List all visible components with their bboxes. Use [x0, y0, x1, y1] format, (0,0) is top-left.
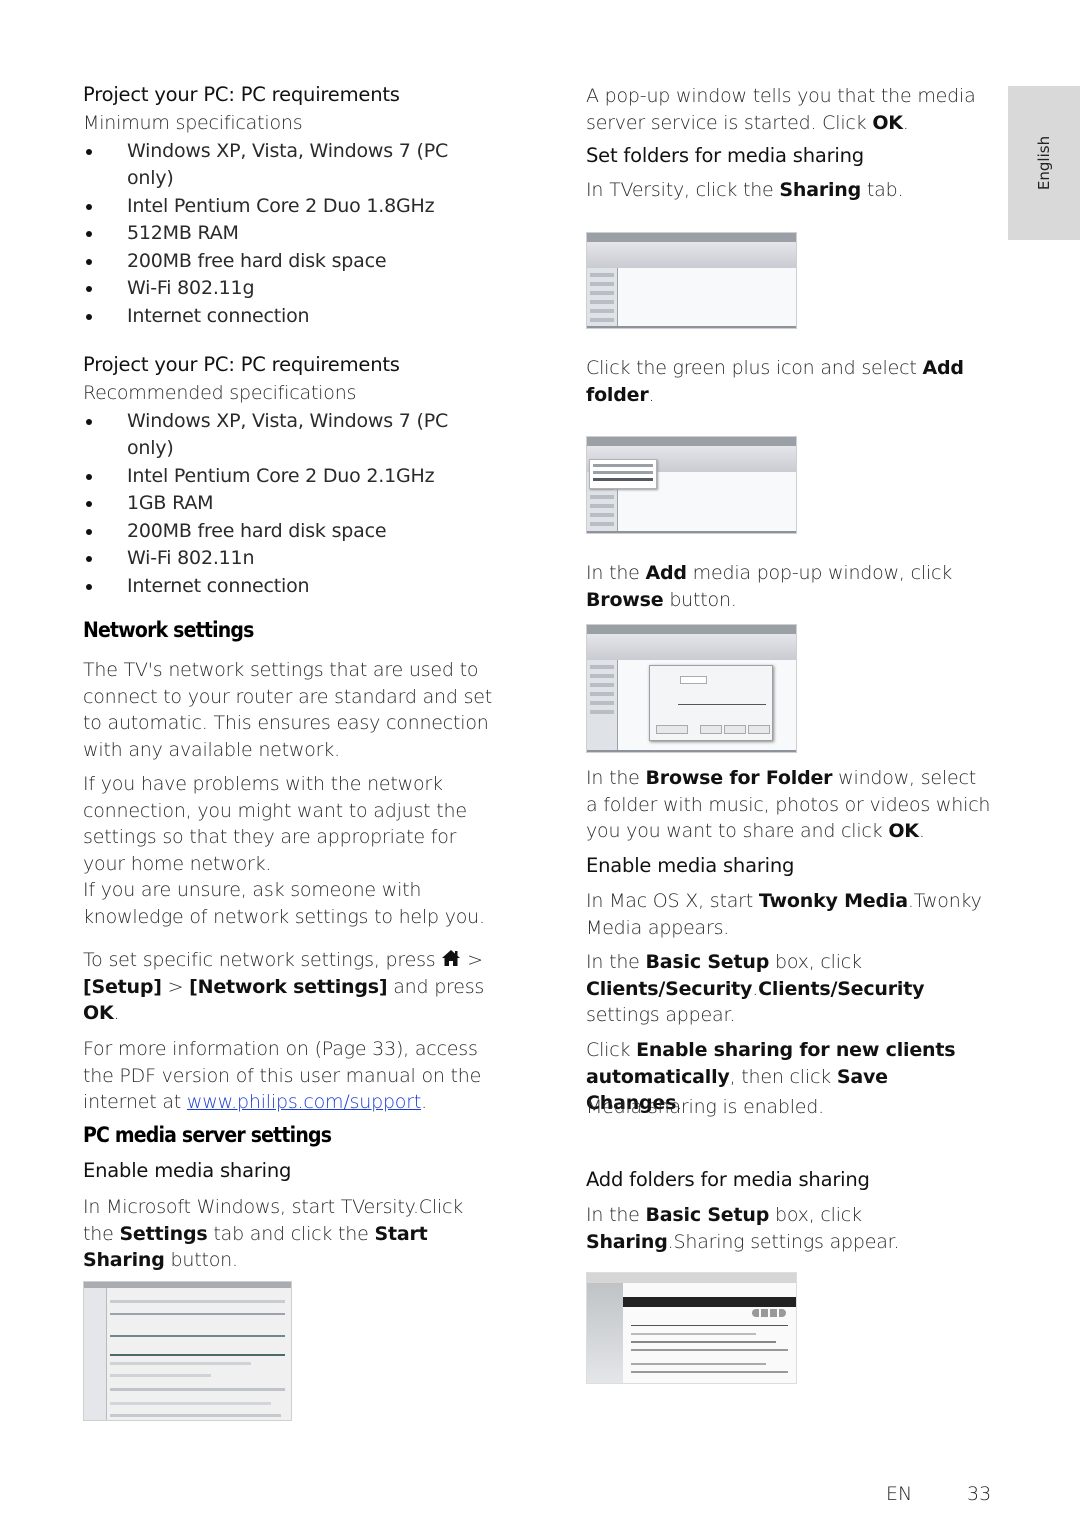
browse-folder-instruction: In the Browse for Folder window, select …	[586, 767, 991, 842]
bullet-icon	[86, 418, 92, 425]
bullet-icon	[86, 556, 92, 562]
network-para-5: For more information on (Page 33), acces…	[83, 1038, 482, 1113]
pc-media-server-heading: PC media server settings	[83, 1123, 332, 1147]
min-req-subtitle: Minimum specifications	[83, 112, 303, 134]
philips-support-link[interactable]: www.philips.com/support	[187, 1091, 421, 1113]
network-para-2: If you have problems with the network co…	[83, 773, 467, 875]
network-para-4: To set specific network settings, press …	[83, 949, 485, 1024]
network-settings-menu-path: [Network settings]	[189, 975, 388, 998]
page-number: 33	[967, 1483, 992, 1505]
bullet-icon	[86, 148, 92, 155]
add-media-dialog	[649, 665, 773, 741]
setup-menu-path: [Setup]	[83, 975, 162, 998]
min-requirements-block: Project your PC: PC requirements Minimum…	[83, 82, 503, 330]
language-tab: English	[1008, 86, 1080, 240]
bullet-icon	[86, 501, 92, 507]
min-req-title: Project your PC: PC requirements	[83, 83, 400, 106]
list-item: Internet connection	[83, 303, 483, 331]
network-settings-heading: Network settings	[83, 618, 254, 642]
tversity-add-media-popup-screenshot	[586, 624, 797, 753]
media-sharing-enabled-text: Media sharing is enabled.	[586, 1096, 824, 1118]
language-tab-label: English	[1035, 135, 1053, 191]
bullet-icon	[86, 473, 92, 480]
bullet-icon	[86, 258, 92, 265]
network-para-3: If you are unsure, ask someone with know…	[83, 879, 485, 928]
min-req-list: Windows XP, Vista, Windows 7 (PC only) I…	[83, 138, 483, 331]
bullet-icon	[86, 286, 92, 292]
basic-setup-sharing-instruction: In the Basic Setup box, click Sharing.Sh…	[586, 1204, 900, 1253]
tversity-instructions: In Microsoft Windows, start TVersity.Cli…	[83, 1196, 464, 1271]
list-item: 1GB RAM	[83, 490, 483, 518]
list-item: 512MB RAM	[83, 220, 483, 248]
rec-req-subtitle: Recommended specifications	[83, 382, 357, 404]
list-item: Windows XP, Vista, Windows 7 (PC only)	[83, 408, 483, 463]
twonky-sharing-screenshot	[586, 1272, 797, 1384]
bullet-icon	[86, 203, 92, 210]
footer-language: EN	[886, 1483, 913, 1505]
list-item: Wi-Fi 802.11n	[83, 545, 483, 573]
add-media-instruction: In the Add media pop-up window, click Br…	[586, 562, 953, 611]
bullet-icon	[86, 528, 92, 535]
enable-media-sharing-subheading: Enable media sharing	[83, 1159, 292, 1182]
list-item: Wi-Fi 802.11g	[83, 275, 483, 303]
mac-twonky-instruction: In Mac OS X, start Twonky Media.Twonky M…	[586, 890, 982, 939]
bullet-icon	[86, 583, 92, 590]
list-item: Internet connection	[83, 573, 483, 601]
home-icon	[442, 950, 461, 966]
tversity-sharing-tab-screenshot	[586, 232, 797, 329]
rec-req-list: Windows XP, Vista, Windows 7 (PC only) I…	[83, 408, 483, 601]
bullet-icon	[86, 313, 92, 320]
add-folder-menu	[589, 459, 657, 489]
basic-setup-clients-instruction: In the Basic Setup box, click Clients/Se…	[586, 951, 925, 1026]
tversity-settings-screenshot	[83, 1281, 292, 1421]
sharing-tab-instruction: In TVersity, click the Sharing tab.	[586, 179, 904, 201]
popup-instruction: A pop-up window tells you that the media…	[586, 85, 976, 134]
tversity-add-folder-screenshot	[586, 436, 797, 534]
bullet-icon	[86, 231, 92, 237]
list-item: Intel Pentium Core 2 Duo 1.8GHz	[83, 193, 483, 221]
enable-media-sharing-heading: Enable media sharing	[586, 854, 795, 877]
list-item: 200MB free hard disk space	[83, 518, 483, 546]
network-para-1: The TV's network settings that are used …	[83, 659, 493, 761]
rec-requirements-block: Project your PC: PC requirements Recomme…	[83, 352, 503, 600]
set-folders-heading: Set folders for media sharing	[586, 144, 864, 167]
add-folders-heading: Add folders for media sharing	[586, 1168, 870, 1191]
rec-req-title: Project your PC: PC requirements	[83, 353, 400, 376]
list-item: 200MB free hard disk space	[83, 248, 483, 276]
green-plus-instruction: Click the green plus icon and select Add…	[586, 357, 964, 406]
list-item: Intel Pentium Core 2 Duo 2.1GHz	[83, 463, 483, 491]
list-item: Windows XP, Vista, Windows 7 (PC only)	[83, 138, 483, 193]
